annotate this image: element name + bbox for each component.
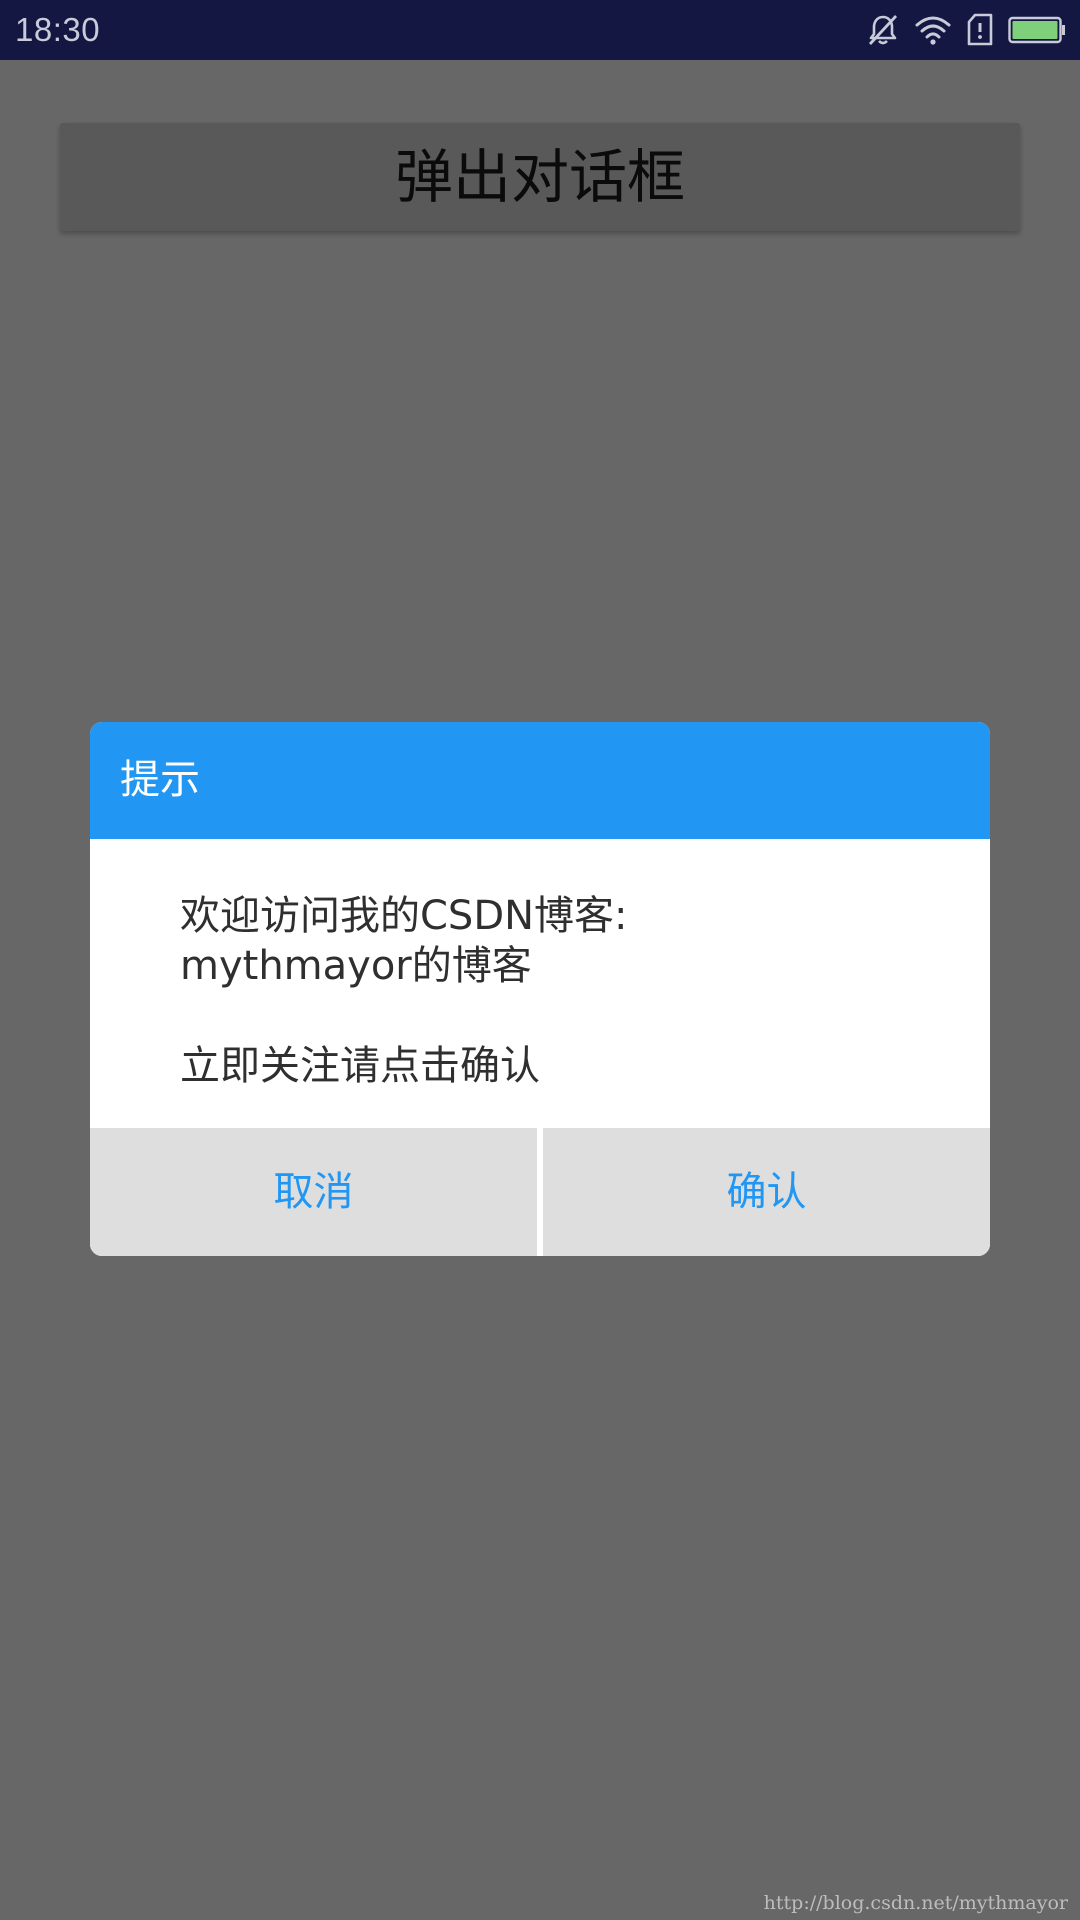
cancel-button[interactable]: 取消 bbox=[90, 1128, 537, 1256]
alert-dialog: 提示 欢迎访问我的CSDN博客: mythmayor的博客 立即关注请点击确认 … bbox=[90, 722, 990, 1256]
battery-icon bbox=[1008, 16, 1066, 44]
status-bar: 18:30 bbox=[0, 0, 1080, 60]
sim-alert-icon bbox=[966, 13, 994, 47]
status-time: 18:30 bbox=[15, 11, 101, 48]
confirm-button[interactable]: 确认 bbox=[543, 1128, 990, 1256]
status-icons bbox=[866, 0, 1066, 60]
dialog-body: 欢迎访问我的CSDN博客: mythmayor的博客 立即关注请点击确认 bbox=[90, 839, 990, 1089]
dialog-header: 提示 bbox=[90, 722, 990, 839]
dialog-message: 欢迎访问我的CSDN博客: mythmayor的博客 立即关注请点击确认 bbox=[180, 893, 628, 1089]
wifi-icon bbox=[914, 14, 952, 46]
dialog-button-row: 取消 确认 bbox=[90, 1128, 990, 1256]
show-dialog-button[interactable]: 弹出对话框 bbox=[60, 123, 1020, 231]
dialog-title: 提示 bbox=[120, 757, 200, 803]
notifications-off-icon bbox=[866, 13, 900, 47]
watermark: http://blog.csdn.net/mythmayor bbox=[763, 1892, 1068, 1914]
